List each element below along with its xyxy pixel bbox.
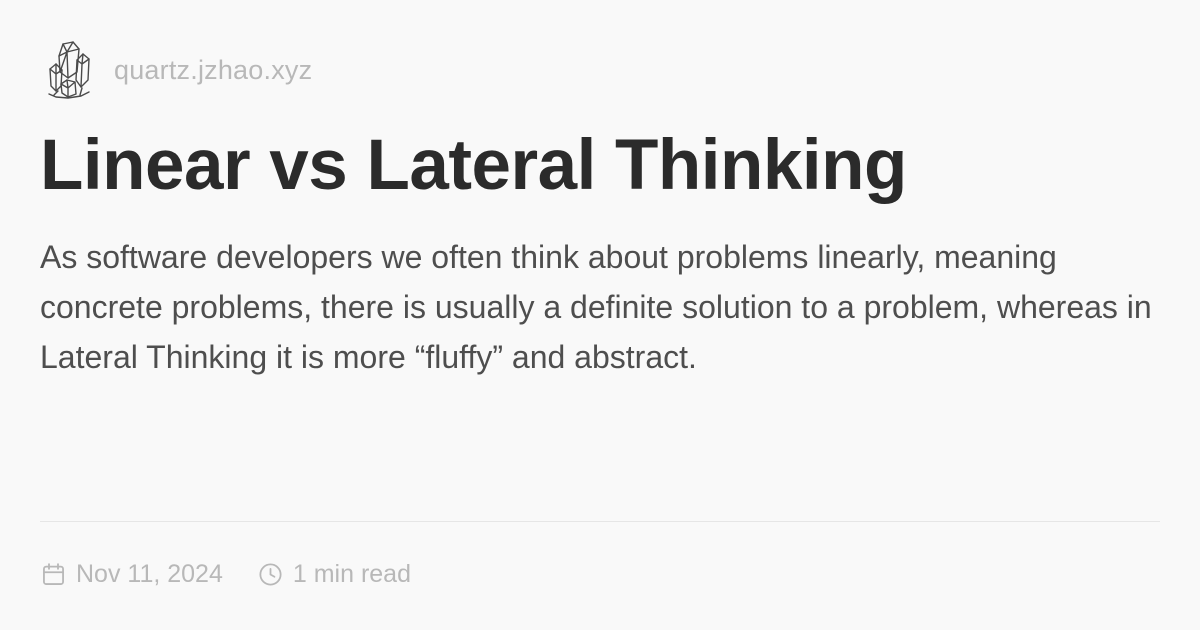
date-meta: Nov 11, 2024	[40, 560, 223, 589]
crystal-logo-icon	[48, 41, 90, 99]
clock-icon	[259, 562, 282, 586]
calendar-icon	[43, 562, 64, 585]
site-header: quartz.jzhao.xyz	[46, 40, 312, 100]
article-title: Linear vs Lateral Thinking	[40, 126, 907, 205]
article-meta: Nov 11, 2024 1 min read	[40, 556, 411, 592]
reading-time-meta: 1 min read	[257, 560, 411, 589]
reading-time: 1 min read	[292, 559, 411, 588]
article-description: As software developers we often think ab…	[40, 239, 1152, 375]
article-date: Nov 11, 2024	[76, 559, 223, 588]
site-name[interactable]: quartz.jzhao.xyz	[114, 55, 312, 86]
divider	[40, 521, 1160, 522]
